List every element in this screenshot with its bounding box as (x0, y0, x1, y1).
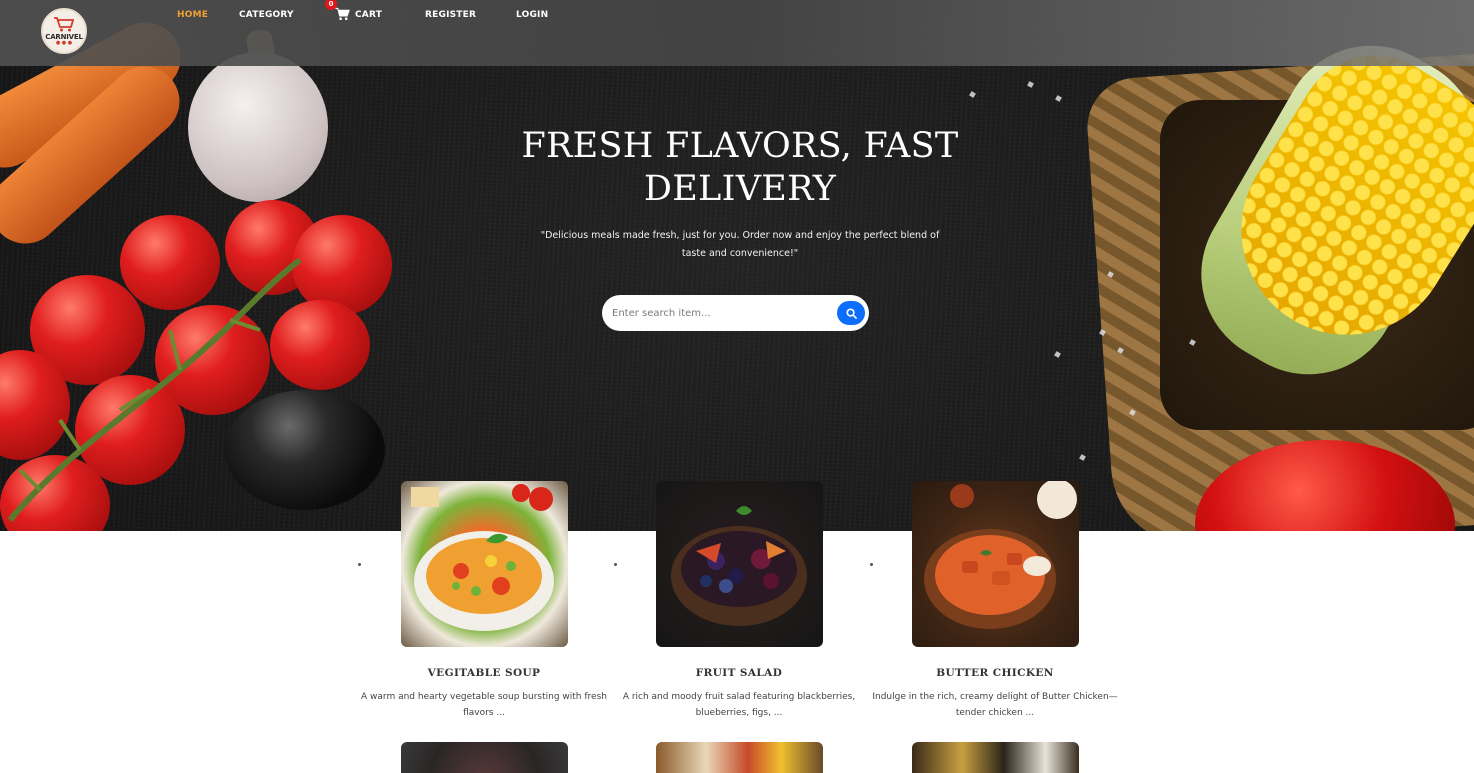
product-title[interactable]: VEGITABLE SOUP (354, 667, 614, 679)
product-image-butter-chicken[interactable] (912, 481, 1079, 647)
logo-cart-icon (54, 17, 75, 32)
nav-login[interactable]: LOGIN (516, 10, 548, 20)
search-input[interactable] (612, 307, 822, 319)
curry-bowl-illustration (924, 481, 1077, 629)
list-bullet (614, 563, 617, 566)
tomato-vine-image (7, 257, 302, 522)
fruit-bowl-illustration (671, 506, 807, 626)
product-image[interactable] (656, 742, 823, 773)
product-description: A rich and moody fruit salad featuring b… (622, 692, 856, 718)
search-bar (602, 295, 869, 331)
product-description: Indulge in the rich, creamy delight of B… (872, 692, 1118, 718)
nav-cart[interactable]: CART (355, 10, 382, 20)
product-image-fruit-salad[interactable] (656, 481, 823, 647)
nav-home[interactable]: HOME (177, 10, 208, 20)
product-image[interactable] (401, 742, 568, 773)
product-title[interactable]: FRUIT SALAD (609, 667, 869, 679)
garlic-image (188, 52, 328, 202)
product-image-vegitable-soup[interactable] (401, 481, 568, 647)
soup-bowl-illustration (411, 484, 554, 631)
product-image[interactable] (912, 742, 1079, 773)
product-description: A warm and hearty vegetable soup burstin… (361, 692, 607, 718)
search-icon (845, 307, 857, 319)
hero-title: FRESH FLAVORS, FAST DELIVERY (521, 126, 959, 209)
search-button[interactable] (837, 301, 865, 325)
hero-banner: FRESH FLAVORS, FAST DELIVERY "Delicious … (0, 0, 1474, 531)
nav-register[interactable]: REGISTER (425, 10, 476, 20)
logo-decoration: ● ● ● (55, 40, 73, 46)
product-title[interactable]: BUTTER CHICKEN (865, 667, 1125, 679)
top-navbar: CARNIVEL ● ● ● HOME CATEGORY 0 CART REGI… (0, 0, 1474, 66)
nav-category[interactable]: CATEGORY (239, 10, 294, 20)
logo[interactable]: CARNIVEL ● ● ● (41, 8, 87, 54)
list-bullet (358, 563, 361, 566)
hero-subtitle: "Delicious meals made fresh, just for yo… (540, 230, 940, 259)
list-bullet (870, 563, 873, 566)
cart-icon[interactable] (335, 7, 350, 21)
